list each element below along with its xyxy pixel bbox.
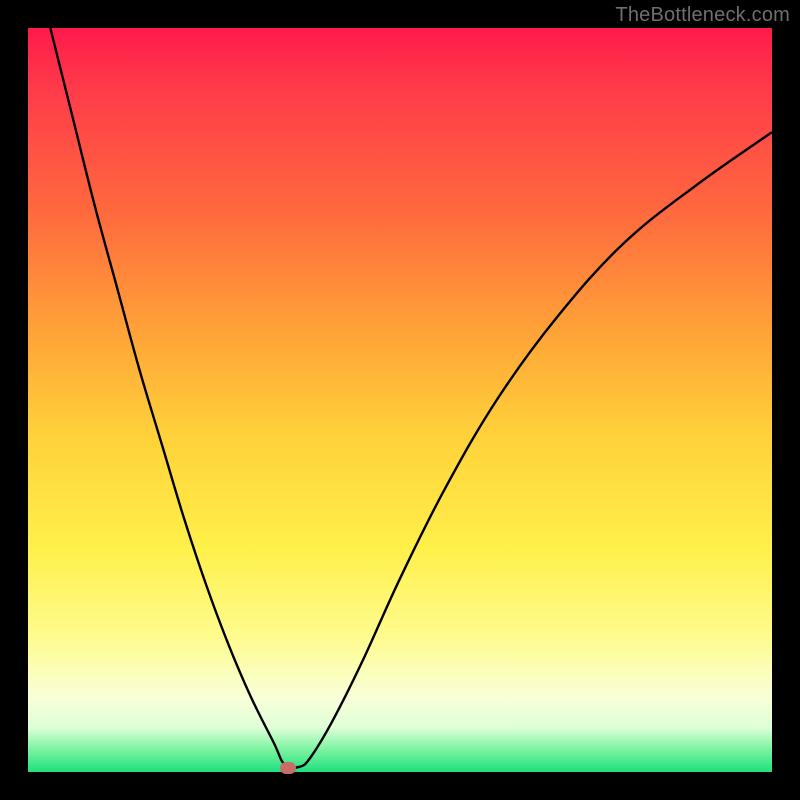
watermark-text: TheBottleneck.com — [615, 4, 790, 27]
optimal-marker — [280, 762, 296, 774]
curve-svg — [28, 28, 772, 772]
bottleneck-curve — [50, 28, 772, 768]
plot-area — [28, 28, 772, 772]
chart-frame: TheBottleneck.com — [0, 0, 800, 800]
